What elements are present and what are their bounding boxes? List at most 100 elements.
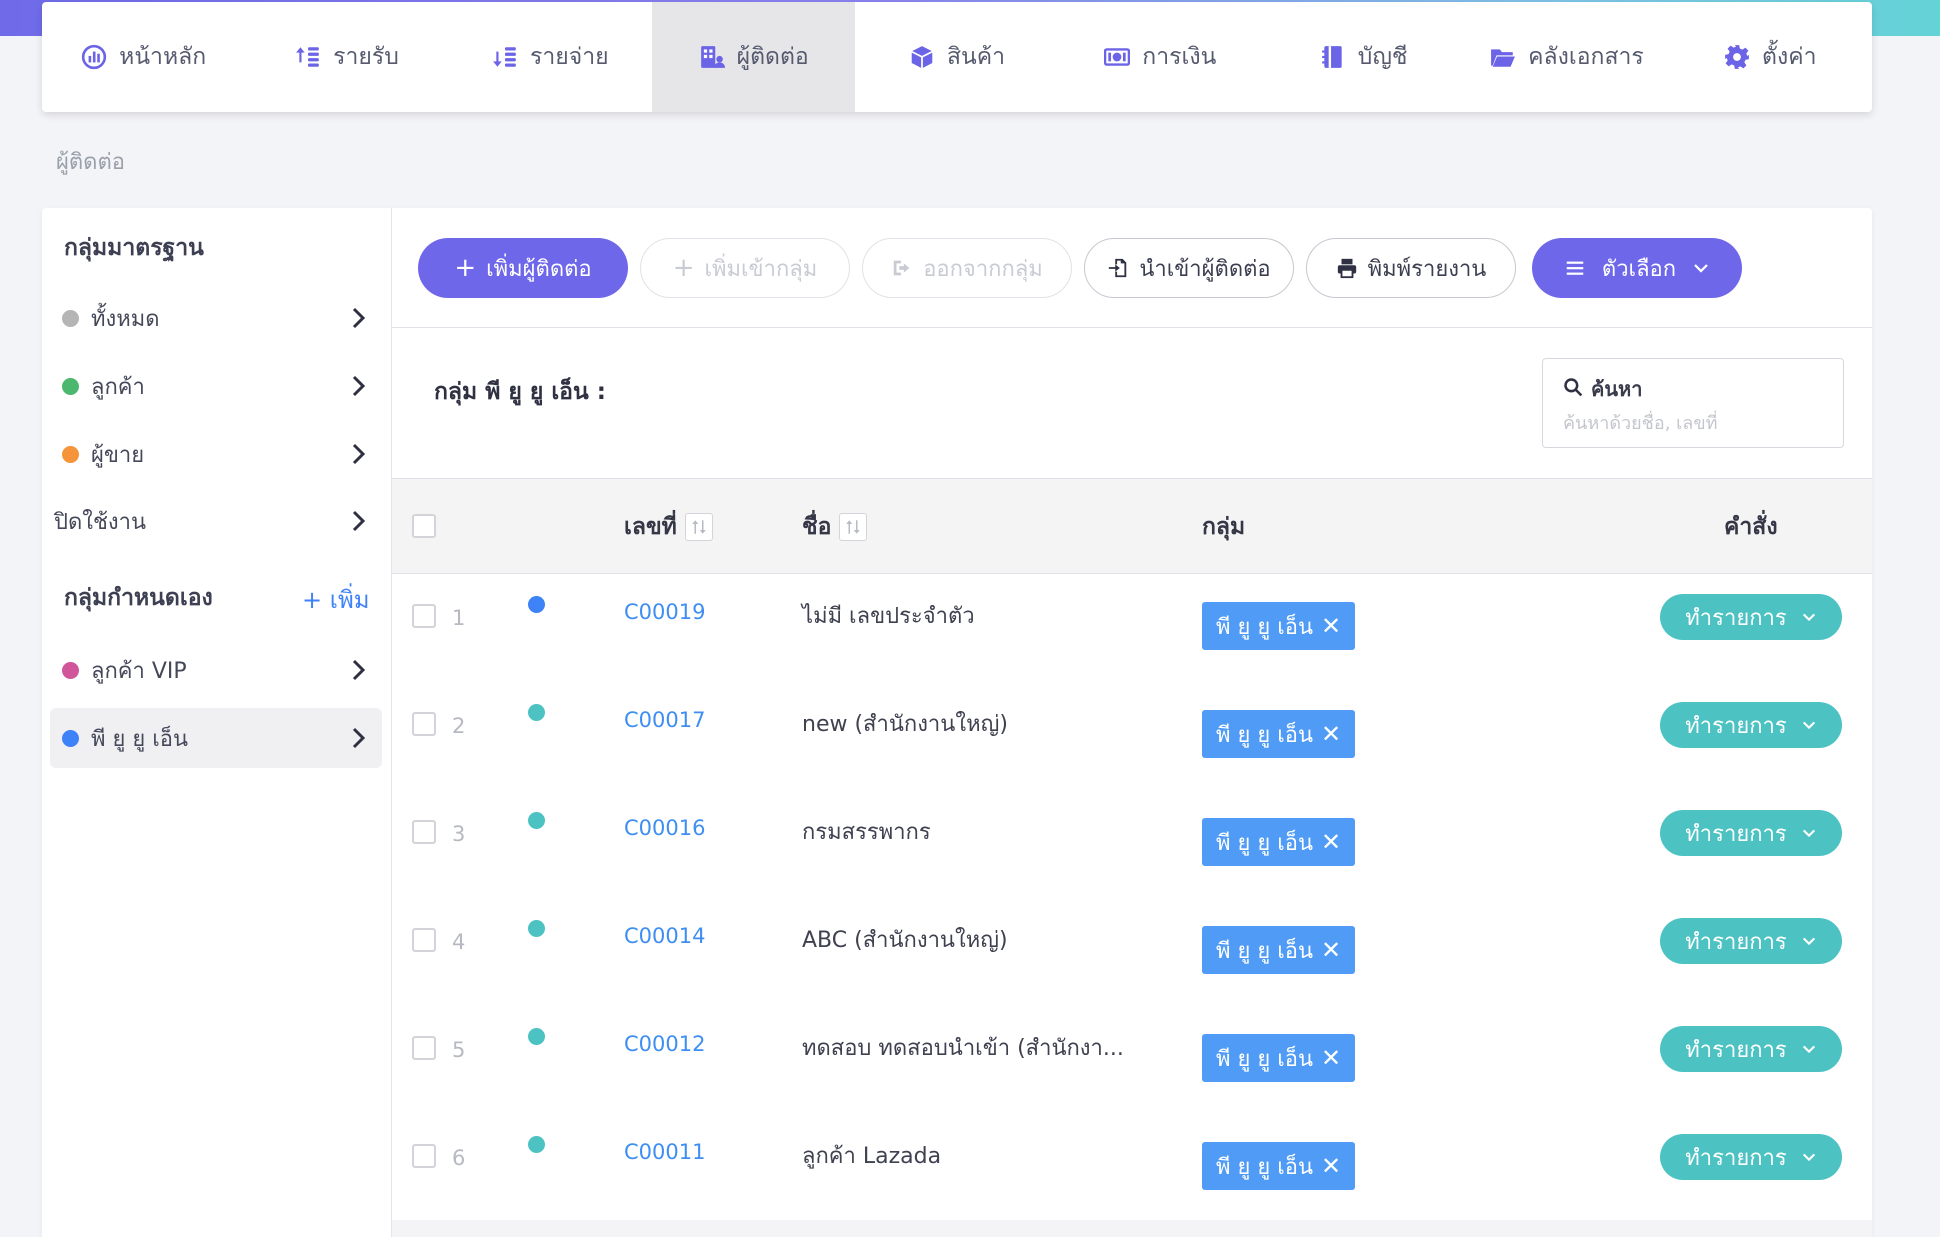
chevron-down-icon xyxy=(1802,937,1815,946)
chevron-right-icon xyxy=(352,307,366,329)
nav-label: รายรับ xyxy=(333,44,399,70)
row-checkbox[interactable] xyxy=(412,1036,436,1060)
contacts-main: + เพิ่มผู้ติดต่อ + เพิ่มเข้ากลุ่ม ออกจาก… xyxy=(392,208,1872,1237)
column-header-code[interactable]: เลขที่ xyxy=(624,509,713,545)
table-row: 1 C00019 ไม่มี เลขประจำตัว พี ยู ยู เอ็น ✕ ทำ… xyxy=(392,574,1872,682)
status-dot xyxy=(528,596,545,613)
sort-icon[interactable] xyxy=(684,513,713,541)
add-contact-button[interactable]: + เพิ่มผู้ติดต่อ xyxy=(418,238,628,298)
chevron-right-icon xyxy=(352,375,366,397)
row-action-button[interactable]: ทำรายการ xyxy=(1660,1134,1842,1180)
contact-name: new (สำนักงานใหญ่) xyxy=(802,712,1008,737)
sidebar-item-vendors[interactable]: ผู้ขาย xyxy=(50,424,382,484)
import-contacts-label: นำเข้าผู้ติดต่อ xyxy=(1139,256,1271,282)
sidebar-item-label: ผู้ขาย xyxy=(91,442,145,468)
row-action-label: ทำรายการ xyxy=(1685,821,1787,847)
print-report-button[interactable]: พิมพ์รายงาน xyxy=(1306,238,1516,298)
group-tag: พี ยู ยู เอ็น ✕ xyxy=(1202,710,1356,758)
row-number: 3 xyxy=(452,822,466,846)
add-to-group-button[interactable]: + เพิ่มเข้ากลุ่ม xyxy=(640,238,850,298)
income-icon xyxy=(296,47,319,67)
remove-tag-icon[interactable]: ✕ xyxy=(1321,612,1341,640)
remove-tag-icon[interactable]: ✕ xyxy=(1321,1152,1341,1180)
breadcrumb: ผู้ติดต่อ xyxy=(56,150,125,175)
table-row: 6 C00011 ลูกค้า Lazada พี ยู ยู เอ็น ✕ ทำรายก… xyxy=(392,1114,1872,1222)
folder-icon xyxy=(1491,49,1516,67)
remove-tag-icon[interactable]: ✕ xyxy=(1321,828,1341,856)
menu-icon xyxy=(1566,261,1584,275)
nav-item-products[interactable]: สินค้า xyxy=(855,2,1058,112)
nav-item-income[interactable]: รายรับ xyxy=(245,2,448,112)
sidebar-item-puun-group[interactable]: พี ยู ยู เอ็น xyxy=(50,708,382,768)
import-contacts-button[interactable]: นำเข้าผู้ติดต่อ xyxy=(1084,238,1294,298)
contact-name: ABC (สำนักงานใหญ่) xyxy=(802,928,1008,953)
contact-name: กรมสรรพากร xyxy=(802,820,931,845)
sidebar-item-vip-customers[interactable]: ลูกค้า VIP xyxy=(50,640,382,700)
row-action-button[interactable]: ทำรายการ xyxy=(1660,918,1842,964)
column-header-action: คำสั่ง xyxy=(1724,514,1778,540)
search-icon xyxy=(1564,378,1583,397)
column-header-label: ชื่อ xyxy=(802,514,832,540)
nav-item-documents[interactable]: คลังเอกสาร xyxy=(1465,2,1668,112)
row-checkbox[interactable] xyxy=(412,820,436,844)
options-dropdown-button[interactable]: ตัวเลือก xyxy=(1532,238,1742,298)
add-group-button[interactable]: + เพิ่ม xyxy=(302,580,370,619)
plus-icon: + xyxy=(672,253,695,283)
current-group-heading: กลุ่ม พี ยู ยู เอ็น : xyxy=(434,379,606,405)
remove-tag-icon[interactable]: ✕ xyxy=(1321,720,1341,748)
nav-item-expense[interactable]: รายจ่าย xyxy=(449,2,652,112)
contact-code-link[interactable]: C00014 xyxy=(624,924,705,948)
group-tag-label: พี ยู ยู เอ็น xyxy=(1216,722,1314,748)
add-contact-label: เพิ่มผู้ติดต่อ xyxy=(486,256,592,282)
column-header-label: เลขที่ xyxy=(624,514,677,540)
import-file-icon xyxy=(1109,258,1127,278)
row-checkbox[interactable] xyxy=(412,928,436,952)
row-checkbox[interactable] xyxy=(412,712,436,736)
remove-from-group-button[interactable]: ออกจากกลุ่ม xyxy=(862,238,1072,298)
select-all-checkbox[interactable] xyxy=(412,514,436,538)
search-input[interactable] xyxy=(1563,407,1833,439)
sidebar-item-all[interactable]: ทั้งหมด xyxy=(50,288,382,348)
expense-icon xyxy=(493,47,516,67)
chevron-right-icon xyxy=(352,510,366,532)
table-row: 5 C00012 ทดสอบ ทดสอบนำเข้า (สำนักงา... พี ย… xyxy=(392,1006,1872,1114)
row-action-button[interactable]: ทำรายการ xyxy=(1660,702,1842,748)
group-color-dot xyxy=(62,377,79,395)
row-action-button[interactable]: ทำรายการ xyxy=(1660,594,1842,640)
row-action-label: ทำรายการ xyxy=(1685,1145,1787,1171)
status-dot xyxy=(528,920,545,937)
contact-code-link[interactable]: C00019 xyxy=(624,600,705,624)
row-checkbox[interactable] xyxy=(412,1144,436,1168)
print-report-label: พิมพ์รายงาน xyxy=(1367,256,1487,282)
top-navigation: หน้าหลัก รายรับ รายจ่าย ผู้ติดต่อ สินค้า… xyxy=(42,2,1872,112)
nav-item-contacts[interactable]: ผู้ติดต่อ xyxy=(651,2,856,112)
nav-item-home[interactable]: หน้าหลัก xyxy=(42,2,245,112)
nav-label: บัญชี xyxy=(1357,44,1408,70)
row-action-button[interactable]: ทำรายการ xyxy=(1660,810,1842,856)
book-icon xyxy=(1321,46,1342,68)
dashboard-icon xyxy=(82,44,107,70)
contact-code-link[interactable]: C00011 xyxy=(624,1140,705,1164)
remove-tag-icon[interactable]: ✕ xyxy=(1321,1044,1341,1072)
sidebar-item-label: ทั้งหมด xyxy=(91,306,160,332)
nav-item-finance[interactable]: การเงิน xyxy=(1059,2,1262,112)
column-header-name[interactable]: ชื่อ xyxy=(802,509,868,545)
standard-groups-heading: กลุ่มมาตรฐาน xyxy=(64,235,204,261)
nav-label: การเงิน xyxy=(1142,44,1217,70)
row-number: 5 xyxy=(452,1038,466,1062)
row-checkbox[interactable] xyxy=(412,604,436,628)
add-to-group-label: เพิ่มเข้ากลุ่ม xyxy=(704,256,818,282)
sidebar-item-customers[interactable]: ลูกค้า xyxy=(50,356,382,416)
chevron-down-icon xyxy=(1802,829,1815,838)
contact-code-link[interactable]: C00012 xyxy=(624,1032,705,1056)
sidebar-item-disabled[interactable]: ปิดใช้งาน xyxy=(50,491,382,551)
remove-tag-icon[interactable]: ✕ xyxy=(1321,936,1341,964)
contact-code-link[interactable]: C00017 xyxy=(624,708,705,732)
row-action-button[interactable]: ทำรายการ xyxy=(1660,1026,1842,1072)
row-number: 4 xyxy=(452,930,466,954)
nav-item-accounting[interactable]: บัญชี xyxy=(1262,2,1465,112)
nav-item-settings[interactable]: ตั้งค่า xyxy=(1669,2,1872,112)
contact-code-link[interactable]: C00016 xyxy=(624,816,705,840)
row-action-label: ทำรายการ xyxy=(1685,929,1787,955)
sort-icon[interactable] xyxy=(839,513,868,541)
